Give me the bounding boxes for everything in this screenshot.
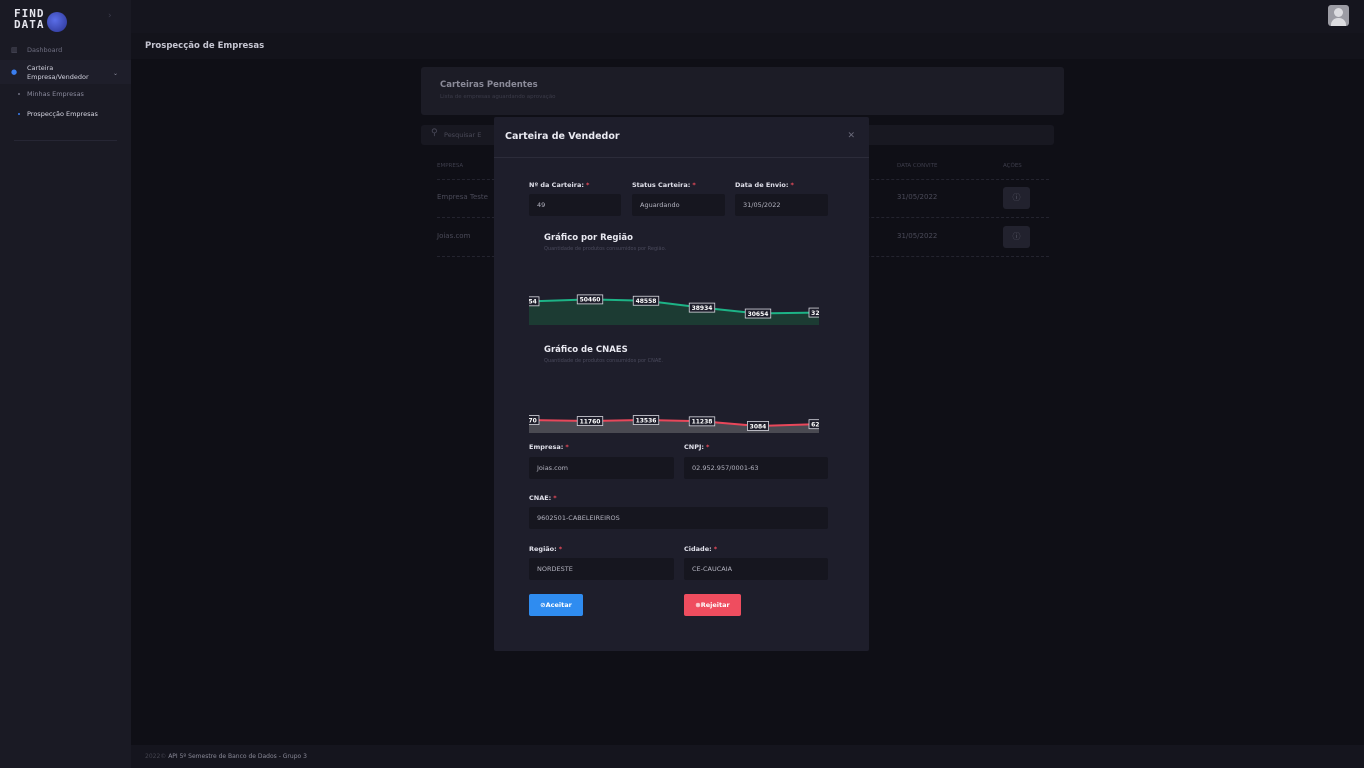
chart-cnaes: 470 11760 13536 11238 3084 62: [529, 415, 819, 433]
globe-icon: [47, 12, 67, 32]
bullet-icon: [18, 113, 20, 115]
sidebar-group-carteira[interactable]: ● Carteira Empresa/Vendedor ⌄: [0, 60, 131, 84]
footer: 2022© API 5º Semestre de Banco de Dados …: [131, 745, 1364, 768]
chart-regiao-title: Gráfico por Região: [544, 233, 634, 243]
sidebar-item-label: Prospecção Empresas: [27, 110, 98, 118]
data-label: 48558: [632, 295, 660, 306]
card-header: Carteiras Pendentes Lista de empresas ag…: [421, 67, 1064, 115]
data-label: 470: [529, 415, 540, 425]
sidebar-item-label: Minhas Empresas: [27, 90, 84, 98]
sidebar-item-minhas-empresas[interactable]: Minhas Empresas: [0, 84, 131, 104]
data-label-text: 320: [811, 310, 819, 317]
sidebar-divider: [14, 140, 117, 141]
close-icon[interactable]: ✕: [847, 131, 855, 141]
search-input[interactable]: Pesquisar E: [444, 131, 481, 139]
data-label-text: 11760: [580, 418, 601, 425]
data-label-text: 470: [529, 417, 537, 424]
accept-button[interactable]: ⊘Aceitar: [529, 594, 583, 616]
data-label: 30654: [744, 308, 772, 319]
sidebar-item-label: Dashboard: [27, 46, 63, 54]
carteira-modal: Carteira de Vendedor ✕ Nº da Carteira: * …: [494, 117, 869, 651]
cell-data-convite: 31/05/2022: [897, 232, 938, 240]
data-label: 62: [808, 419, 819, 430]
reject-label: Rejeitar: [700, 601, 730, 609]
column-header-data-convite: DATA CONVITE: [897, 163, 938, 169]
column-header-empresa: EMPRESA: [437, 163, 464, 169]
data-label-text: 30654: [748, 311, 769, 318]
chart-regiao: 754 50460 48558 38934 30654 320: [529, 294, 819, 325]
info-button[interactable]: ⓘ: [1003, 226, 1030, 248]
footer-label: API 5º Semestre de Banco de Dados - Grup…: [168, 753, 307, 760]
data-label-text: 754: [529, 299, 537, 306]
cell-data-convite: 31/05/2022: [897, 193, 938, 201]
data-envio-field[interactable]: 31/05/2022: [735, 194, 828, 216]
cidade-label: Cidade: *: [684, 545, 718, 553]
cnpj-field[interactable]: 02.952.957/0001-63: [684, 457, 828, 479]
status-label: Status Carteira: *: [632, 181, 696, 189]
avatar[interactable]: [1328, 5, 1349, 26]
data-label-text: 62: [811, 421, 819, 428]
data-label: 320: [808, 307, 819, 318]
reject-button[interactable]: ⊗Rejeitar: [684, 594, 741, 616]
chart-regiao-subtitle: Quantidade de produtos consumidos por Re…: [544, 246, 667, 252]
data-label: 50460: [576, 294, 604, 305]
chevron-right-icon[interactable]: ›: [108, 11, 112, 21]
card-subtitle: Lista de empresas aguardando aprovação: [440, 94, 556, 100]
cnae-field[interactable]: 9602501-CABELEIREIROS: [529, 507, 828, 529]
bar-chart-icon: ▥: [11, 46, 18, 54]
footer-year: 2022©: [145, 753, 167, 760]
cell-empresa: Empresa Teste: [437, 193, 488, 201]
data-envio-label: Data de Envio: *: [735, 181, 794, 189]
data-label-text: 11238: [692, 419, 713, 426]
find-data-logo[interactable]: FIND DATA: [14, 8, 70, 34]
page-title: Prospecção de Empresas: [145, 41, 265, 51]
search-icon: ⚲: [431, 128, 438, 138]
bullet-icon: [18, 93, 20, 95]
empresa-field[interactable]: Joias.com: [529, 457, 674, 479]
data-label-text: 3084: [750, 423, 767, 430]
data-label: 38934: [688, 302, 716, 313]
empresa-label: Empresa: *: [529, 443, 569, 451]
data-label-text: 13536: [636, 417, 657, 424]
numero-field[interactable]: 49: [529, 194, 621, 216]
status-field[interactable]: Aguardando: [632, 194, 725, 216]
data-label-text: 48558: [636, 298, 657, 305]
column-header-acoes: AÇÕES: [1003, 163, 1022, 169]
chevron-down-icon: ⌄: [112, 70, 118, 77]
footer-text: 2022© API 5º Semestre de Banco de Dados …: [145, 753, 307, 760]
card-title: Carteiras Pendentes: [440, 80, 538, 90]
toolbar: Prospecção de Empresas: [131, 33, 1364, 59]
modal-header: Carteira de Vendedor ✕: [494, 117, 869, 158]
chart-cnaes-subtitle: Quantidade de produtos consumidos por CN…: [544, 358, 664, 364]
data-label: 3084: [746, 421, 769, 431]
top-header: [131, 0, 1364, 33]
chart-area: [529, 420, 819, 433]
data-label: 11760: [576, 416, 604, 426]
info-button[interactable]: ⓘ: [1003, 187, 1030, 209]
info-icon: ⓘ: [1012, 232, 1021, 241]
cidade-field[interactable]: CE-CAUCAIA: [684, 558, 828, 580]
regiao-field[interactable]: NORDESTE: [529, 558, 674, 580]
logo-text: FIND DATA: [14, 7, 45, 31]
numero-label: Nº da Carteira: *: [529, 181, 590, 189]
accept-label: Aceitar: [545, 601, 572, 609]
modal-title: Carteira de Vendedor: [505, 131, 620, 142]
data-label-text: 50460: [580, 297, 601, 304]
cell-empresa: Joias.com: [437, 232, 471, 240]
data-label: 754: [529, 296, 540, 307]
sidebar: FIND DATA › ▥ Dashboard ● Carteira Empre…: [0, 0, 131, 768]
chart-cnaes-title: Gráfico de CNAES: [544, 345, 628, 355]
data-label: 11238: [688, 416, 716, 427]
sidebar-nav: ▥ Dashboard ● Carteira Empresa/Vendedor …: [0, 42, 131, 124]
sidebar-item-prospeccao-empresas[interactable]: Prospecção Empresas: [0, 104, 131, 124]
cnae-label: CNAE: *: [529, 494, 557, 502]
sidebar-item-dashboard[interactable]: ▥ Dashboard: [0, 42, 131, 58]
info-icon: ⓘ: [1012, 193, 1021, 202]
data-label: 13536: [632, 415, 660, 425]
user-icon: ●: [11, 68, 18, 76]
cnpj-label: CNPJ: *: [684, 443, 710, 451]
regiao-label: Região: *: [529, 545, 563, 553]
data-label-text: 38934: [692, 305, 713, 312]
